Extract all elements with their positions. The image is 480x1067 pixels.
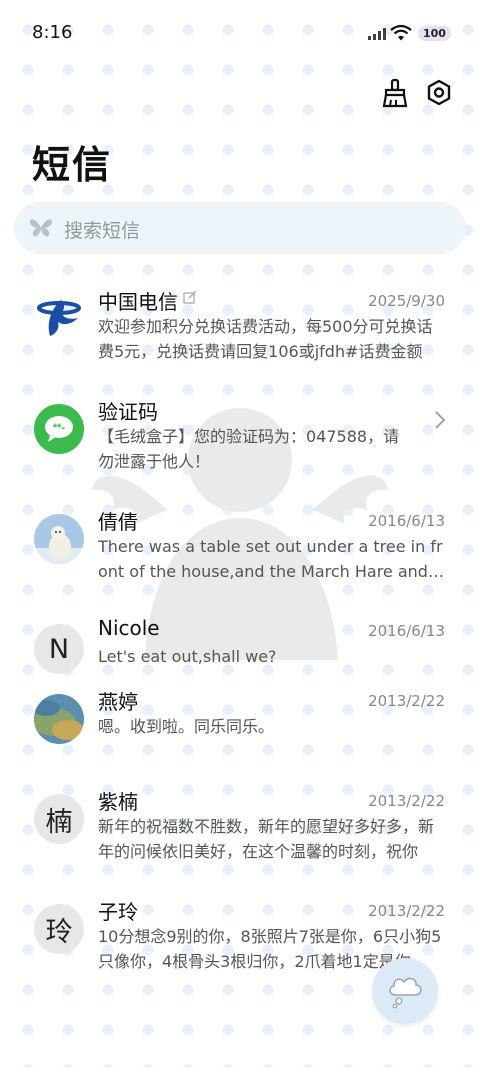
contact-name: 紫楠: [98, 790, 138, 814]
butterfly-icon: [30, 219, 52, 237]
conversation-item[interactable]: **- 验证码 【毛绒盒子】您的验证码为：047588，请勿泄露于他人！: [0, 382, 480, 492]
message-date: 2025/9/30: [368, 292, 445, 310]
svg-text:**-: **-: [53, 422, 66, 434]
message-preview: 嗯。收到啦。同乐同乐。: [98, 717, 275, 736]
contact-name: 燕婷: [98, 690, 138, 714]
search-bar[interactable]: 搜索短信: [14, 202, 466, 254]
message-preview: 【毛绒盒子】您的验证码为：047588，请勿泄露于他人！: [98, 427, 400, 471]
message-date: 2013/2/22: [368, 792, 445, 810]
message-preview: There was a table set out under a tree i…: [98, 537, 443, 581]
message-date: 2016/6/13: [368, 622, 445, 640]
status-bar: 8:16 100: [0, 0, 480, 68]
message-date: 2013/2/22: [368, 902, 445, 920]
message-preview: Let's eat out,shall we?: [98, 647, 277, 666]
china-telecom-logo: [37, 300, 81, 336]
conversation-item[interactable]: 倩倩 2016/6/13 There was a table set out u…: [0, 492, 480, 602]
avatar: 玲: [34, 904, 84, 954]
contact-name: 倩倩: [98, 510, 138, 534]
new-message-cloud-icon: [389, 977, 422, 1009]
battery-indicator: 100: [418, 26, 451, 41]
conversation-item[interactable]: 楠 紫楠 2013/2/22 新年的祝福数不胜数，新年的愿望好多好多，新年的问候…: [0, 772, 480, 882]
message-date: 2013/2/22: [368, 692, 445, 710]
message-date: 2016/6/13: [368, 512, 445, 530]
page-title: 短信: [32, 143, 113, 187]
message-preview: 欢迎参加积分兑换话费活动，每500分可兑换话费5元，兑换话费请回复106或jfd…: [98, 317, 433, 361]
gear-icon[interactable]: [425, 78, 453, 108]
contact-name: 子玲: [98, 900, 138, 924]
conversation-item[interactable]: 中国电信 2025/9/30 欢迎参加积分兑换话费活动，每500分可兑换话费5元…: [0, 272, 480, 382]
message-preview: 新年的祝福数不胜数，新年的愿望好多好多，新年的问候依旧美好，在这个温馨的时刻，祝…: [98, 817, 435, 861]
contact-name: 验证码: [98, 400, 158, 424]
contact-name: Nicole: [98, 616, 160, 640]
edit-icon: [183, 290, 197, 304]
signal-icon: [368, 28, 386, 40]
status-time: 8:16: [32, 22, 73, 43]
landscape-photo: [34, 694, 84, 744]
contact-name: 中国电信: [98, 290, 178, 314]
avatar: 楠: [34, 794, 84, 844]
chevron-right-icon[interactable]: [434, 410, 446, 430]
avatar: N: [34, 624, 84, 674]
conversation-item[interactable]: 燕婷 2013/2/22 嗯。收到啦。同乐同乐。: [0, 672, 480, 782]
new-message-button[interactable]: [372, 958, 438, 1024]
broom-icon[interactable]: [381, 78, 409, 108]
wifi-icon: [390, 24, 412, 41]
polar-bear-photo: [34, 514, 84, 564]
search-placeholder: 搜索短信: [64, 220, 141, 242]
message-bubble-icon: **-: [34, 404, 84, 454]
